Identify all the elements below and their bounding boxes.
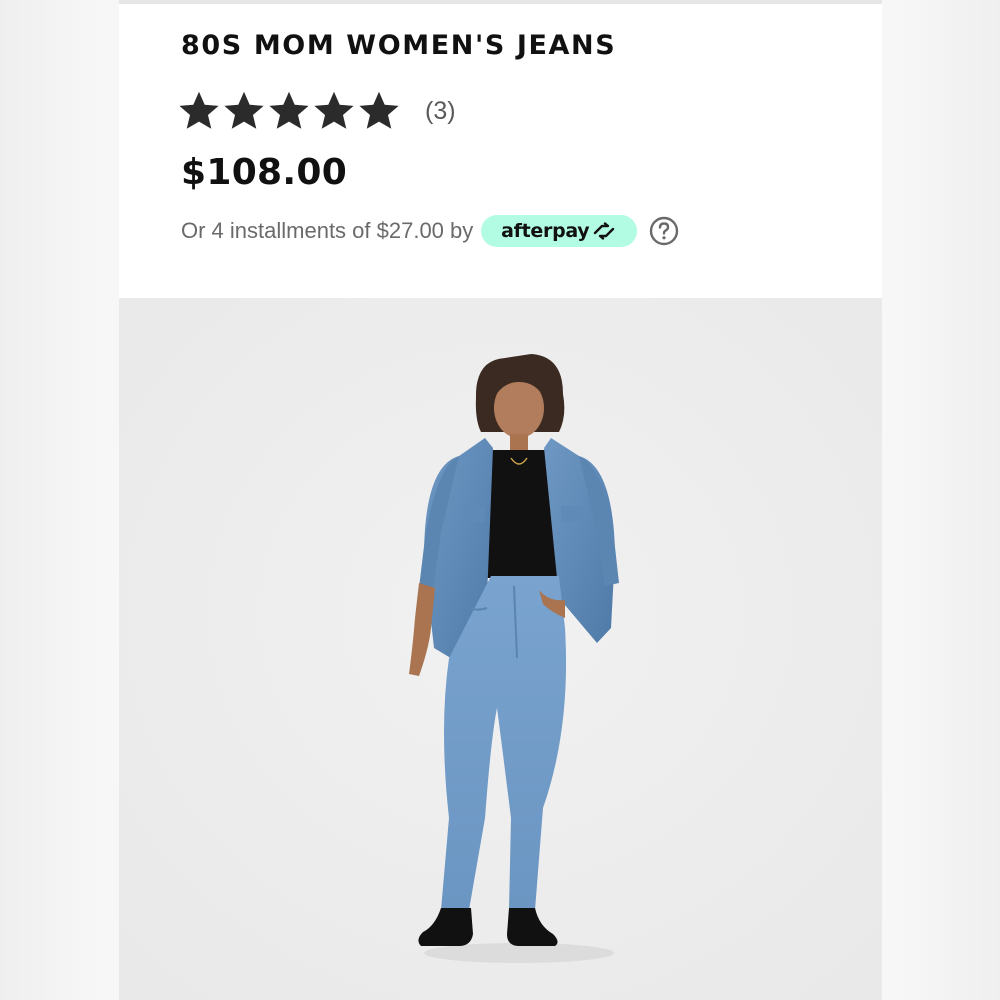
model-photo-illustration (119, 298, 882, 1000)
product-rating[interactable]: (3) (177, 86, 456, 136)
rating-stars (177, 89, 402, 133)
product-title: 80S MOM WOMEN'S JEANS (181, 30, 617, 61)
divider (119, 0, 882, 4)
product-price: $108.00 (181, 152, 348, 193)
afterpay-badge[interactable]: afterpay (481, 215, 638, 247)
star-icon (312, 89, 356, 133)
star-icon (357, 89, 401, 133)
review-count-link[interactable]: (3) (425, 97, 456, 126)
product-card: 80S MOM WOMEN'S JEANS (3) $108.00 Or 4 i… (119, 0, 882, 1000)
afterpay-label: afterpay (501, 220, 590, 242)
question-circle-icon[interactable] (649, 216, 679, 246)
afterpay-logo-icon (594, 222, 615, 240)
star-icon (222, 89, 266, 133)
installments-text: Or 4 installments of $27.00 by (181, 218, 474, 243)
product-image[interactable] (119, 298, 882, 1000)
installments-row: Or 4 installments of $27.00 by afterpay (181, 212, 679, 250)
star-icon (177, 89, 221, 133)
star-icon (267, 89, 311, 133)
